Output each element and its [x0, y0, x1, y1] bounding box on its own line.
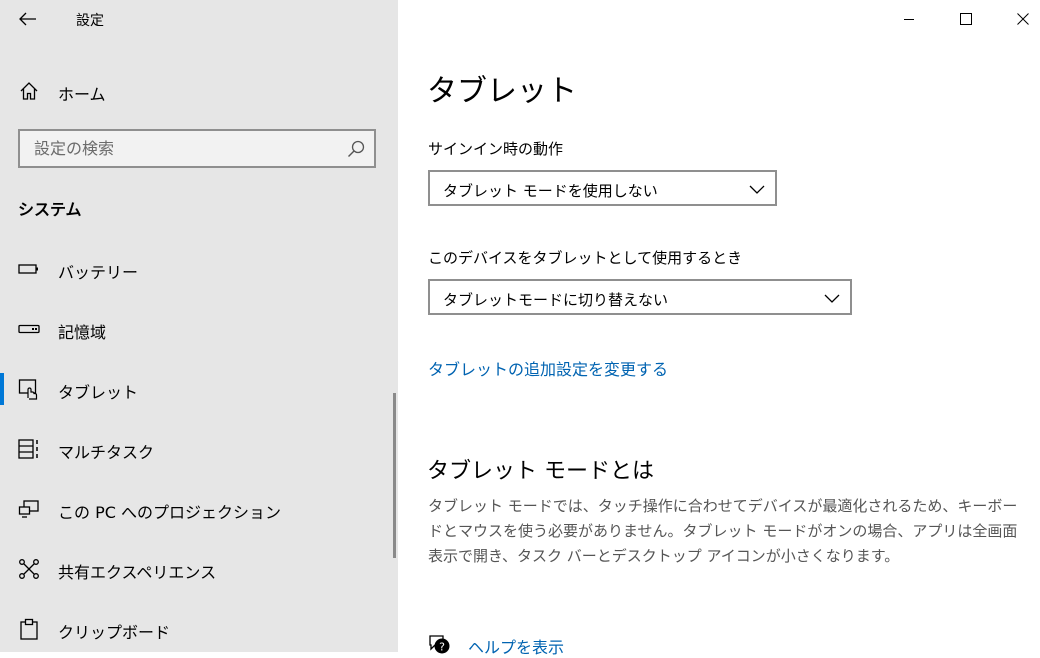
- page-title: タブレット: [427, 74, 577, 109]
- signin-label: サインイン時の動作: [428, 140, 564, 158]
- dropdown-value: タブレットモードに切り替えない: [443, 291, 669, 309]
- storage-icon: [17, 317, 41, 341]
- about-text: タブレット モードでは、タッチ操作に合わせてデバイスが最適化されるため、キーボー…: [428, 497, 1018, 565]
- search-box[interactable]: [18, 129, 376, 168]
- sidebar-item-multitasking[interactable]: マルチタスク: [0, 429, 398, 469]
- section-header: システム: [18, 200, 82, 219]
- sidebar-item-shared-experiences[interactable]: 共有エクスペリエンス: [0, 549, 398, 589]
- tablet-icon: [17, 377, 41, 401]
- close-icon: [1017, 13, 1029, 25]
- clipboard-icon: [17, 617, 41, 641]
- search-icon[interactable]: [346, 139, 366, 159]
- signin-dropdown[interactable]: タブレット モードを使用しない: [428, 170, 777, 206]
- sidebar-item-clipboard[interactable]: クリップボード: [0, 609, 398, 649]
- back-button[interactable]: [14, 6, 42, 32]
- get-help-link[interactable]: ヘルプを表示: [468, 634, 564, 658]
- projection-icon: [17, 497, 41, 521]
- help-icon: ?: [429, 635, 450, 654]
- close-button[interactable]: [1000, 0, 1040, 38]
- as-tablet-dropdown[interactable]: タブレットモードに切り替えない: [428, 279, 852, 315]
- sidebar-item-label: クリップボード: [58, 623, 171, 642]
- sidebar-item-home[interactable]: ホーム: [0, 72, 398, 110]
- multitasking-icon: [17, 437, 41, 461]
- maximize-icon: [960, 13, 972, 25]
- maximize-button[interactable]: [943, 0, 989, 38]
- sidebar-item-label: 共有エクスペリエンス: [58, 563, 217, 582]
- chevron-down-icon: [824, 294, 840, 303]
- sidebar-item-label: タブレット: [58, 383, 139, 402]
- home-icon: [17, 79, 41, 103]
- title-bar: 設定: [0, 0, 398, 38]
- sidebar-item-label: マルチタスク: [58, 443, 155, 462]
- sidebar-item-projection[interactable]: この PC へのプロジェクション: [0, 489, 398, 529]
- back-arrow-icon: [19, 12, 36, 26]
- minimize-button[interactable]: [886, 0, 932, 38]
- sidebar-item-tablet[interactable]: タブレット: [0, 369, 398, 409]
- sidebar-item-storage[interactable]: 記憶域: [0, 309, 398, 349]
- sidebar-item-battery[interactable]: バッテリー: [0, 249, 398, 289]
- sidebar-item-label: 記憶域: [58, 323, 107, 342]
- sidebar: 設定 ホーム システム バッテリー: [0, 0, 398, 652]
- search-input[interactable]: [20, 131, 340, 166]
- about-title: タブレット モードとは: [427, 459, 654, 484]
- chevron-down-icon: [749, 185, 765, 194]
- shared-experiences-icon: [17, 557, 41, 581]
- sidebar-item-label: バッテリー: [58, 263, 139, 282]
- minimize-icon: [904, 19, 914, 20]
- additional-settings-link[interactable]: タブレットの追加設定を変更する: [428, 356, 668, 380]
- main-content: タブレット サインイン時の動作 タブレット モードを使用しない このデバイスをタ…: [398, 0, 1040, 657]
- sidebar-item-label: この PC へのプロジェクション: [58, 503, 281, 522]
- sidebar-scrollbar[interactable]: [393, 393, 396, 558]
- as-tablet-label: このデバイスをタブレットとして使用するとき: [428, 249, 743, 267]
- sidebar-item-label: ホーム: [58, 85, 106, 104]
- battery-icon: [17, 257, 41, 281]
- app-title: 設定: [76, 13, 104, 29]
- dropdown-value: タブレット モードを使用しない: [443, 182, 658, 200]
